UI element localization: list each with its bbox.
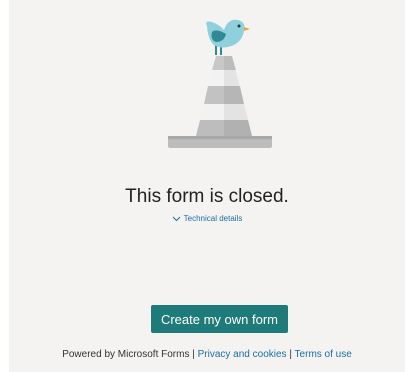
traffic-cone-icon [168,56,272,148]
footer-separator: | [286,349,295,360]
form-closed-page: This form is closed. Technical details C… [9,0,405,372]
technical-details-label: Technical details [183,214,243,223]
footer-separator: | [189,349,198,360]
create-my-own-form-button[interactable]: Create my own form [151,305,288,333]
bird-on-cone-icon [168,19,272,148]
privacy-and-cookies-link[interactable]: Privacy and cookies [198,349,287,360]
chevron-down-icon [172,216,180,222]
powered-by-text: Powered by Microsoft Forms [62,349,190,360]
technical-details-toggle[interactable]: Technical details [9,214,405,223]
bird-icon [206,19,250,55]
terms-of-use-link[interactable]: Terms of use [295,349,352,360]
footer: Powered by Microsoft Forms | Privacy and… [9,349,405,360]
form-closed-title: This form is closed. [125,186,289,207]
